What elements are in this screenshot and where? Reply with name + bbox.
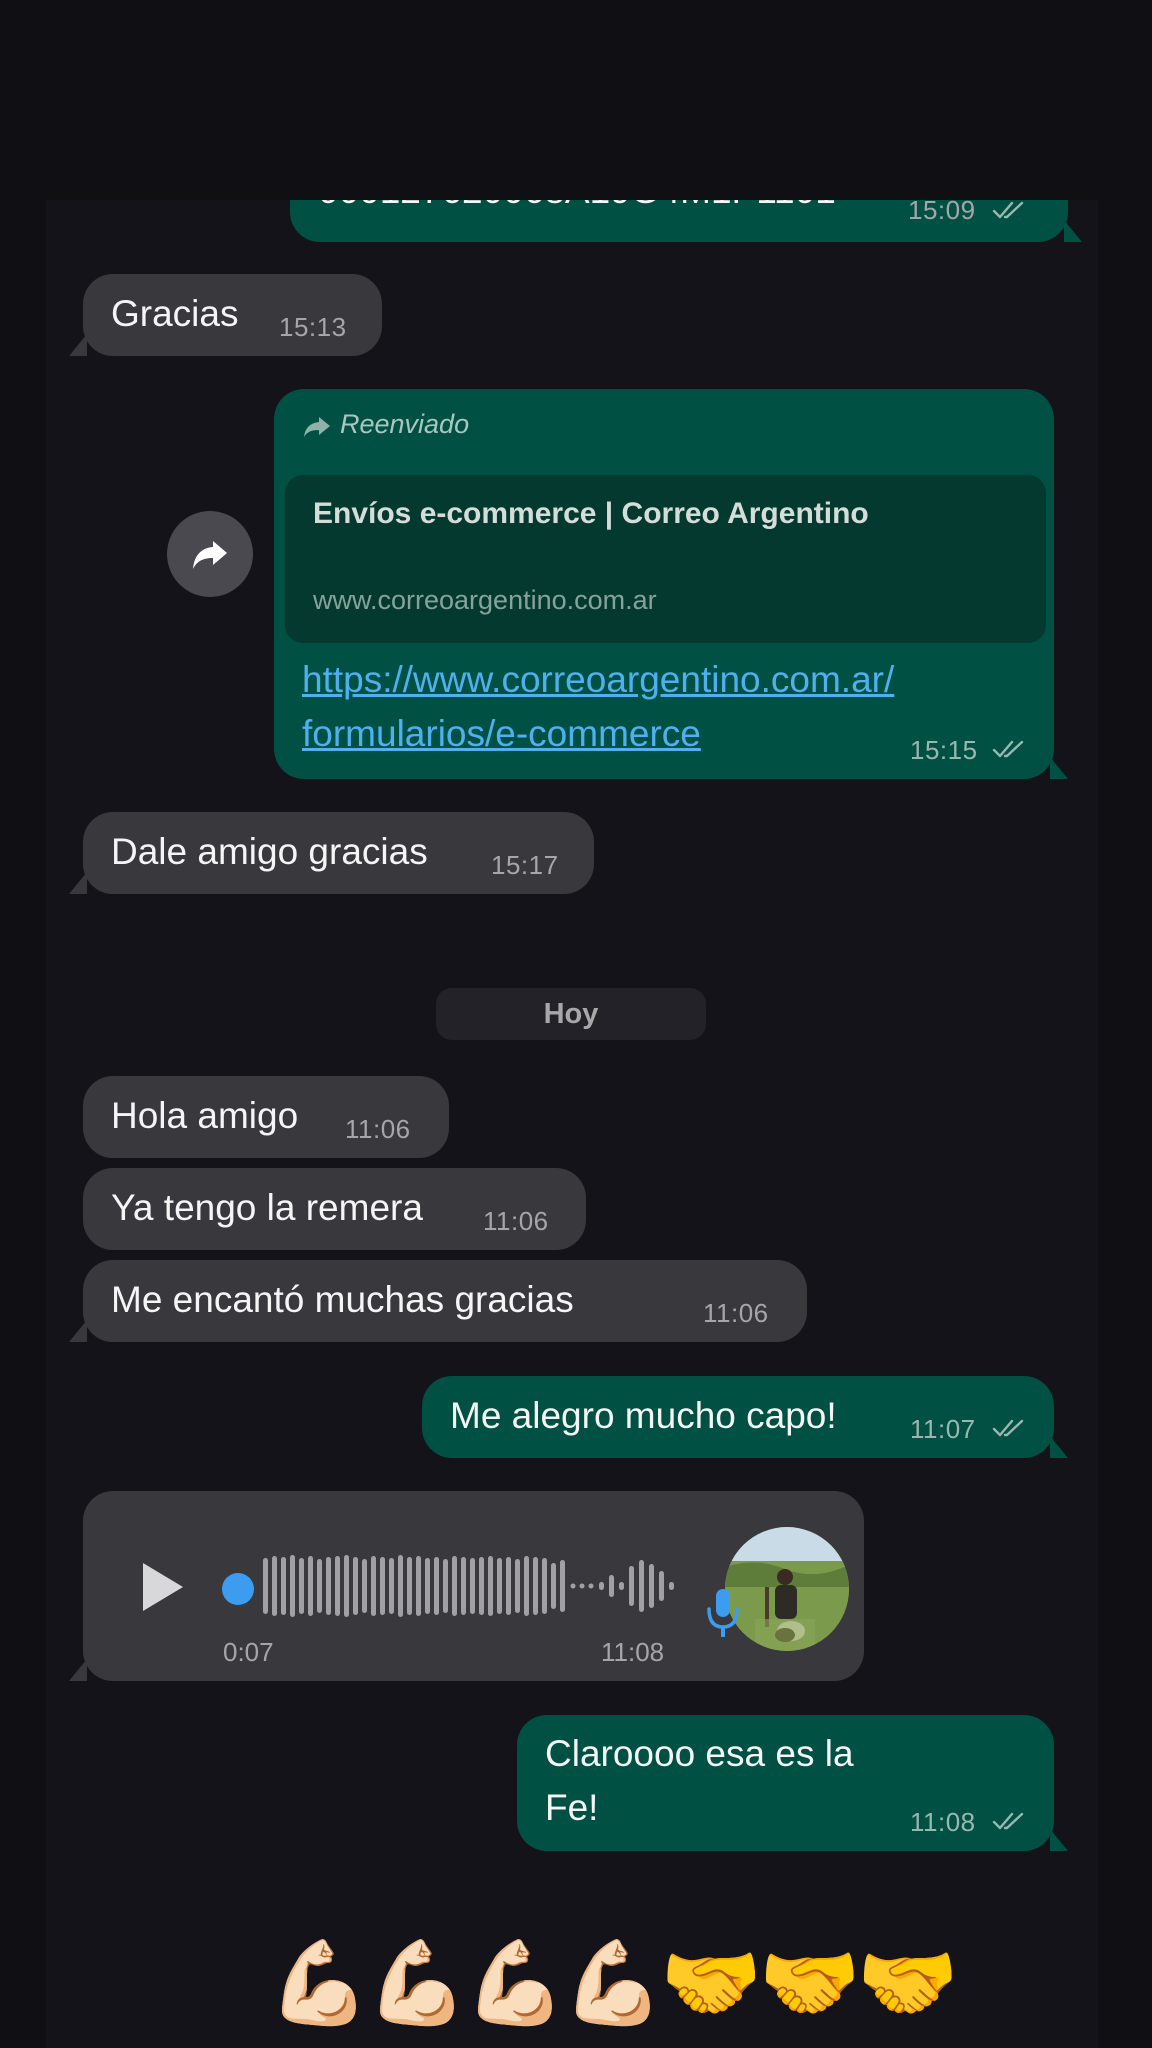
waveform-bar: [362, 1559, 367, 1613]
waveform-bar: [479, 1557, 484, 1615]
message-outgoing[interactable]: Me alegro mucho capo! 11:07: [422, 1376, 1068, 1458]
waveform-bar: [533, 1557, 538, 1615]
waveform-dot: [588, 1583, 594, 1589]
message-line-2: Fe!: [545, 1787, 599, 1828]
avatar[interactable]: [725, 1527, 849, 1651]
waveform-bar: [335, 1556, 340, 1616]
waveform-bar: [263, 1558, 268, 1614]
link-preview-card[interactable]: Envíos e-commerce | Correo Argentino www…: [285, 475, 1046, 643]
waveform-bar: [443, 1559, 448, 1613]
waveform-bar: [629, 1566, 634, 1606]
message-text: Dale amigo gracias: [111, 831, 428, 872]
waveform-bar: [599, 1582, 604, 1590]
forward-icon: [304, 416, 330, 437]
message-time: 11:06: [703, 1298, 769, 1328]
message-time: 11:06: [345, 1114, 411, 1144]
waveform-bar: [353, 1557, 358, 1615]
message-time: 11:06: [483, 1206, 549, 1236]
waveform-bar: [281, 1557, 286, 1615]
waveform-bar: [326, 1557, 331, 1615]
mic-icon: [705, 1587, 741, 1641]
forwarded-text: Reenviado: [340, 409, 470, 439]
playback-scrubber[interactable]: [222, 1573, 254, 1605]
waveform-bar: [308, 1556, 313, 1616]
double-check-icon: [992, 739, 1026, 759]
waveform-bar: [551, 1563, 556, 1609]
waveform-bar: [371, 1556, 376, 1616]
waveform-bar: [497, 1558, 502, 1614]
voice-message[interactable]: 0:07 11:08: [69, 1491, 864, 1681]
waveform-bar: [290, 1555, 295, 1617]
message-incoming[interactable]: Ya tengo la remera 11:06: [83, 1168, 586, 1250]
waveform-bar: [619, 1582, 624, 1590]
message-outgoing-partial[interactable]: 000127620068A19G4M1P1101 15:09: [290, 195, 1082, 242]
message-outgoing[interactable]: Claroooo esa es la Fe! 11:08: [517, 1715, 1068, 1851]
waveform-dot: [570, 1583, 576, 1589]
message-incoming[interactable]: Gracias 15:13: [69, 274, 382, 356]
waveform-bar: [669, 1582, 674, 1590]
waveform-bar: [649, 1564, 654, 1608]
link-line-1[interactable]: https://www.correoargentino.com.ar/: [302, 653, 1022, 707]
message-text: Hola amigo: [111, 1095, 299, 1136]
waveform-bar: [416, 1556, 421, 1616]
waveform-bar: [389, 1558, 394, 1614]
message-text: Gracias: [111, 293, 239, 334]
waveform-bar: [452, 1556, 457, 1616]
message-text: Me alegro mucho capo!: [450, 1395, 837, 1436]
waveform-bar: [515, 1559, 520, 1613]
message-time: 15:13: [279, 312, 347, 342]
waveform-bar: [425, 1558, 430, 1614]
double-check-icon: [992, 1811, 1026, 1831]
message-line-1: Claroooo esa es la: [545, 1733, 854, 1774]
waveform-bar: [659, 1571, 664, 1601]
forwarded-label: Reenviado: [302, 409, 469, 440]
waveform-bar: [488, 1556, 493, 1616]
waveform-bar: [344, 1555, 349, 1617]
waveform-dot: [579, 1583, 585, 1589]
waveform-bar: [317, 1559, 322, 1613]
waveform-bar: [380, 1557, 385, 1615]
waveform-bar: [299, 1558, 304, 1614]
waveform-bar: [609, 1575, 614, 1597]
waveform-bar: [524, 1556, 529, 1616]
waveform-bar: [272, 1556, 277, 1616]
waveform-bar: [434, 1557, 439, 1615]
message-incoming[interactable]: Hola amigo 11:06: [83, 1076, 449, 1158]
message-text: Ya tengo la remera: [111, 1187, 423, 1228]
waveform-bar: [639, 1560, 644, 1612]
message-incoming[interactable]: Me encantó muchas gracias 11:06: [69, 1260, 807, 1342]
forward-button[interactable]: [167, 511, 253, 597]
link-preview-domain: www.correoargentino.com.ar: [313, 585, 657, 615]
message-time: 15:15: [910, 735, 978, 765]
message-text: 000127620068A19G4M1P1101: [318, 200, 836, 212]
double-check-icon: [992, 200, 1026, 220]
waveform[interactable]: [259, 1551, 689, 1621]
forward-icon: [193, 541, 227, 569]
message-time: 11:08: [910, 1807, 976, 1837]
message-text: Me encantó muchas gracias: [111, 1279, 574, 1320]
voice-duration: 0:07: [223, 1637, 274, 1667]
message-outgoing-forwarded[interactable]: Reenviado Envíos e-commerce | Correo Arg…: [274, 389, 1068, 779]
waveform-bar: [560, 1560, 565, 1612]
message-time: 11:08: [601, 1637, 665, 1667]
waveform-bar: [470, 1558, 475, 1614]
message-time: 15:09: [908, 195, 976, 225]
emoji-message[interactable]: 💪🏻💪🏻💪🏻💪🏻🤝🤝🤝: [268, 1934, 959, 2034]
play-icon: [143, 1563, 183, 1611]
waveform-bar: [542, 1558, 547, 1614]
waveform-bar: [461, 1557, 466, 1615]
message-text: Claroooo esa es la Fe!: [545, 1727, 854, 1835]
waveform-bar: [506, 1557, 511, 1615]
message-time: 11:07: [910, 1414, 976, 1444]
waveform-bar: [398, 1555, 403, 1617]
message-time: 15:17: [491, 850, 559, 880]
play-button[interactable]: [139, 1561, 187, 1613]
waveform-bar: [407, 1557, 412, 1615]
message-incoming[interactable]: Dale amigo gracias 15:17: [69, 812, 594, 894]
date-separator: Hoy: [436, 988, 706, 1040]
link-preview-title: Envíos e-commerce | Correo Argentino: [313, 497, 869, 530]
double-check-icon: [992, 1418, 1026, 1438]
